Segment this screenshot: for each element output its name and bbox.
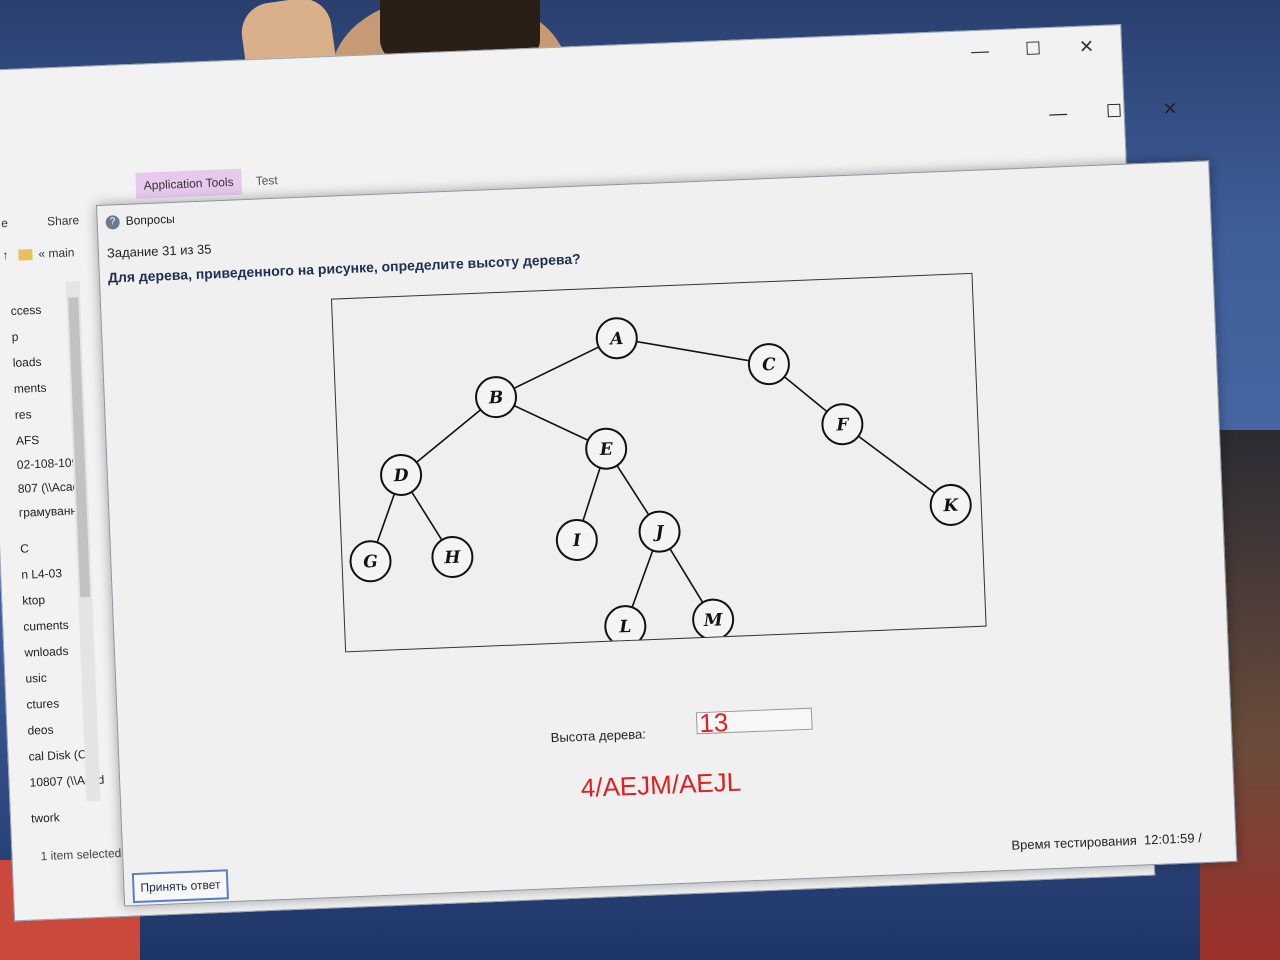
tree-node-label: D [392, 466, 409, 487]
nav-item[interactable]: ments [14, 381, 47, 396]
tree-node-D: D [380, 453, 423, 496]
tab-share[interactable]: Share [47, 213, 80, 228]
nav-item[interactable]: 02-108-109 [17, 455, 79, 471]
minimize-icon[interactable]: — [1038, 103, 1079, 126]
tree-node-label: G [363, 552, 378, 573]
tab-application-tools[interactable]: Application Tools [135, 168, 243, 199]
tree-node-F: F [821, 403, 864, 446]
nav-item[interactable]: n L4-03 [21, 566, 62, 582]
tree-node-label: H [443, 548, 462, 569]
minimize-icon[interactable]: — [971, 40, 990, 62]
submit-answer-button[interactable]: Принять ответ [131, 869, 230, 904]
nav-item[interactable]: ktop [22, 593, 45, 608]
tree-node-A: A [595, 317, 638, 360]
dialog-title: Вопросы [125, 211, 176, 228]
maximize-icon[interactable]: ☐ [1094, 100, 1135, 123]
tree-node-label: C [762, 355, 777, 376]
tree-node-label: K [942, 496, 960, 517]
test-timer: Время тестирования 12:01:59 / [1011, 830, 1202, 853]
close-icon[interactable]: ✕ [1079, 36, 1095, 58]
nav-item[interactable]: ccess [10, 303, 41, 318]
tree-edge-A-C [616, 337, 770, 365]
address-path: main [48, 245, 75, 261]
tree-node-H: H [431, 535, 474, 578]
up-arrow-icon[interactable]: ↑ [2, 248, 9, 262]
nav-item[interactable]: ctures [26, 696, 59, 711]
nav-item[interactable]: p [11, 330, 18, 344]
tree-node-label: M [702, 610, 724, 631]
nav-item[interactable]: loads [13, 355, 42, 370]
tree-node-label: B [487, 388, 503, 409]
tree-node-K: K [929, 483, 972, 526]
nav-item[interactable]: usic [25, 671, 47, 686]
breadcrumb-chevron-icon: « [38, 246, 46, 261]
close-icon[interactable]: ✕ [1150, 98, 1191, 121]
tree-node-B: B [475, 376, 518, 419]
handwritten-note: 4/AEJM/AEJL [580, 766, 742, 804]
nav-item[interactable]: C [20, 541, 29, 555]
tree-node-L: L [604, 605, 647, 648]
timer-label: Время тестирования [1011, 832, 1138, 853]
question-icon: ? [105, 215, 120, 230]
nav-item[interactable]: res [15, 407, 32, 422]
tree-figure: A B C D E F G H IJ K L M [330, 272, 987, 653]
ribbon-tab-partial[interactable]: e [1, 216, 8, 230]
tree-node-M: M [692, 598, 735, 641]
tree-node-label: A [608, 329, 624, 350]
answer-input[interactable]: 13 [695, 707, 813, 738]
nav-item[interactable]: 807 (\\Acad [18, 479, 80, 495]
tab-test[interactable]: Test [255, 167, 278, 194]
tree-node-I: I [555, 518, 598, 561]
task-counter: Задание 31 из 35 [106, 241, 212, 261]
folder-icon [18, 249, 33, 261]
address-bar[interactable]: ↑ « main [2, 245, 75, 262]
nav-item[interactable]: cuments [23, 618, 69, 634]
nav-item[interactable]: deos [27, 723, 54, 738]
tree-diagram: A B C D E F G H I J K L M [349, 317, 972, 648]
nav-item[interactable]: twork [31, 810, 60, 825]
answer-label: Высота дерева: [550, 726, 647, 746]
timer-value: 12:01:59 / [1143, 830, 1203, 848]
nav-item[interactable]: wnloads [24, 644, 69, 660]
tree-node-C: C [747, 343, 790, 386]
nav-item[interactable]: AFS [16, 433, 40, 448]
tree-node-E: E [585, 427, 628, 470]
tree-node-label: E [598, 439, 614, 460]
maximize-icon[interactable]: ☐ [1025, 38, 1042, 60]
test-dialog-window: — ☐ ✕ ? Вопросы Задание 31 из 35 Для дер… [96, 99, 1238, 907]
tree-node-label: L [618, 617, 632, 638]
tree-node-J: J [638, 510, 681, 553]
tree-node-G: G [349, 540, 392, 583]
